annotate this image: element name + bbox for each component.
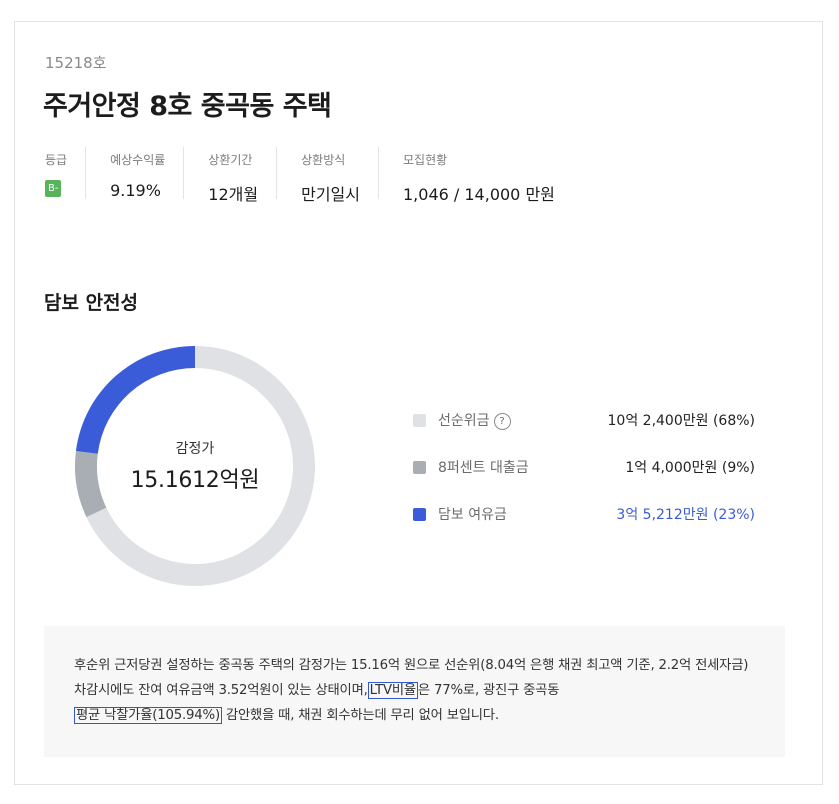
summary-repayment-method: 상환방식 만기일시 bbox=[276, 147, 378, 204]
summary-value: 9.19% bbox=[110, 181, 161, 200]
legend-swatch bbox=[413, 414, 426, 427]
section-title-collateral: 담보 안전성 bbox=[44, 292, 139, 314]
collateral-note: 후순위 근저당권 설정하는 중곡동 주택의 감정가는 15.16억 원으로 선순… bbox=[44, 626, 785, 757]
legend-value: 1억 4,000만원 (9%) bbox=[625, 460, 755, 476]
legend-item-senior: 선순위금? 10억 2,400만원 (68%) bbox=[413, 404, 755, 451]
summary-label: 모집현황 bbox=[403, 153, 448, 167]
question-mark-circle-icon[interactable]: ? bbox=[493, 413, 511, 430]
note-text: 감안했을 때, 채권 회수하는데 무리 없어 보입니다. bbox=[221, 708, 499, 723]
donut-center: 감정가 15.1612억원 bbox=[73, 344, 317, 588]
summary-value: 1,046 / 14,000 만원 bbox=[403, 185, 555, 204]
product-card: 15218호 주거안정 8호 중곡동 주택 등급 B- 예상수익률 9.19% … bbox=[14, 21, 823, 785]
legend-item-margin: 담보 여유금 3억 5,212만원 (23%) bbox=[413, 498, 755, 545]
summary-bar: 등급 B- 예상수익률 9.19% 상환기간 12개월 상환방식 만기일시 모집… bbox=[45, 147, 573, 204]
legend-label: 선순위금? bbox=[438, 410, 511, 430]
collateral-donut-chart: 감정가 15.1612억원 bbox=[73, 344, 317, 588]
summary-label: 상환방식 bbox=[301, 153, 346, 167]
legend-label-text: 선순위금 bbox=[438, 413, 490, 429]
appraisal-value: 15.1612억원 bbox=[130, 468, 260, 493]
legend-value: 3억 5,212만원 (23%) bbox=[616, 507, 755, 523]
summary-value: 12개월 bbox=[208, 185, 259, 204]
product-number: 15218호 bbox=[45, 54, 107, 72]
legend-swatch bbox=[413, 461, 426, 474]
summary-funding-status: 모집현황 1,046 / 14,000 만원 bbox=[378, 147, 573, 204]
grade-badge: B- bbox=[45, 180, 62, 197]
legend-label: 8퍼센트 대출금 bbox=[438, 460, 529, 476]
appraisal-label: 감정가 bbox=[175, 441, 215, 457]
collateral-legend: 선순위금? 10억 2,400만원 (68%) 8퍼센트 대출금 1억 4,00… bbox=[413, 404, 755, 545]
summary-label: 예상수익률 bbox=[110, 153, 166, 167]
summary-expected-return: 예상수익률 9.19% bbox=[85, 147, 183, 200]
summary-term: 상환기간 12개월 bbox=[183, 147, 276, 204]
legend-item-eight-percent: 8퍼센트 대출금 1억 4,000만원 (9%) bbox=[413, 451, 755, 498]
note-text: 은 77%로, 광진구 중곡동 bbox=[417, 683, 560, 698]
summary-value: 만기일시 bbox=[301, 185, 360, 204]
legend-swatch bbox=[413, 508, 426, 521]
note-highlight-auction-rate: 평균 낙찰가율(105.94%) bbox=[74, 707, 222, 724]
note-highlight-ltv: LTV비율 bbox=[367, 682, 418, 699]
summary-label: 상환기간 bbox=[208, 153, 253, 167]
summary-label: 등급 bbox=[45, 153, 68, 167]
legend-label: 담보 여유금 bbox=[438, 507, 507, 523]
summary-grade: 등급 B- bbox=[45, 147, 85, 199]
legend-value: 10억 2,400만원 (68%) bbox=[607, 413, 755, 429]
product-title: 주거안정 8호 중곡동 주택 bbox=[43, 91, 332, 122]
